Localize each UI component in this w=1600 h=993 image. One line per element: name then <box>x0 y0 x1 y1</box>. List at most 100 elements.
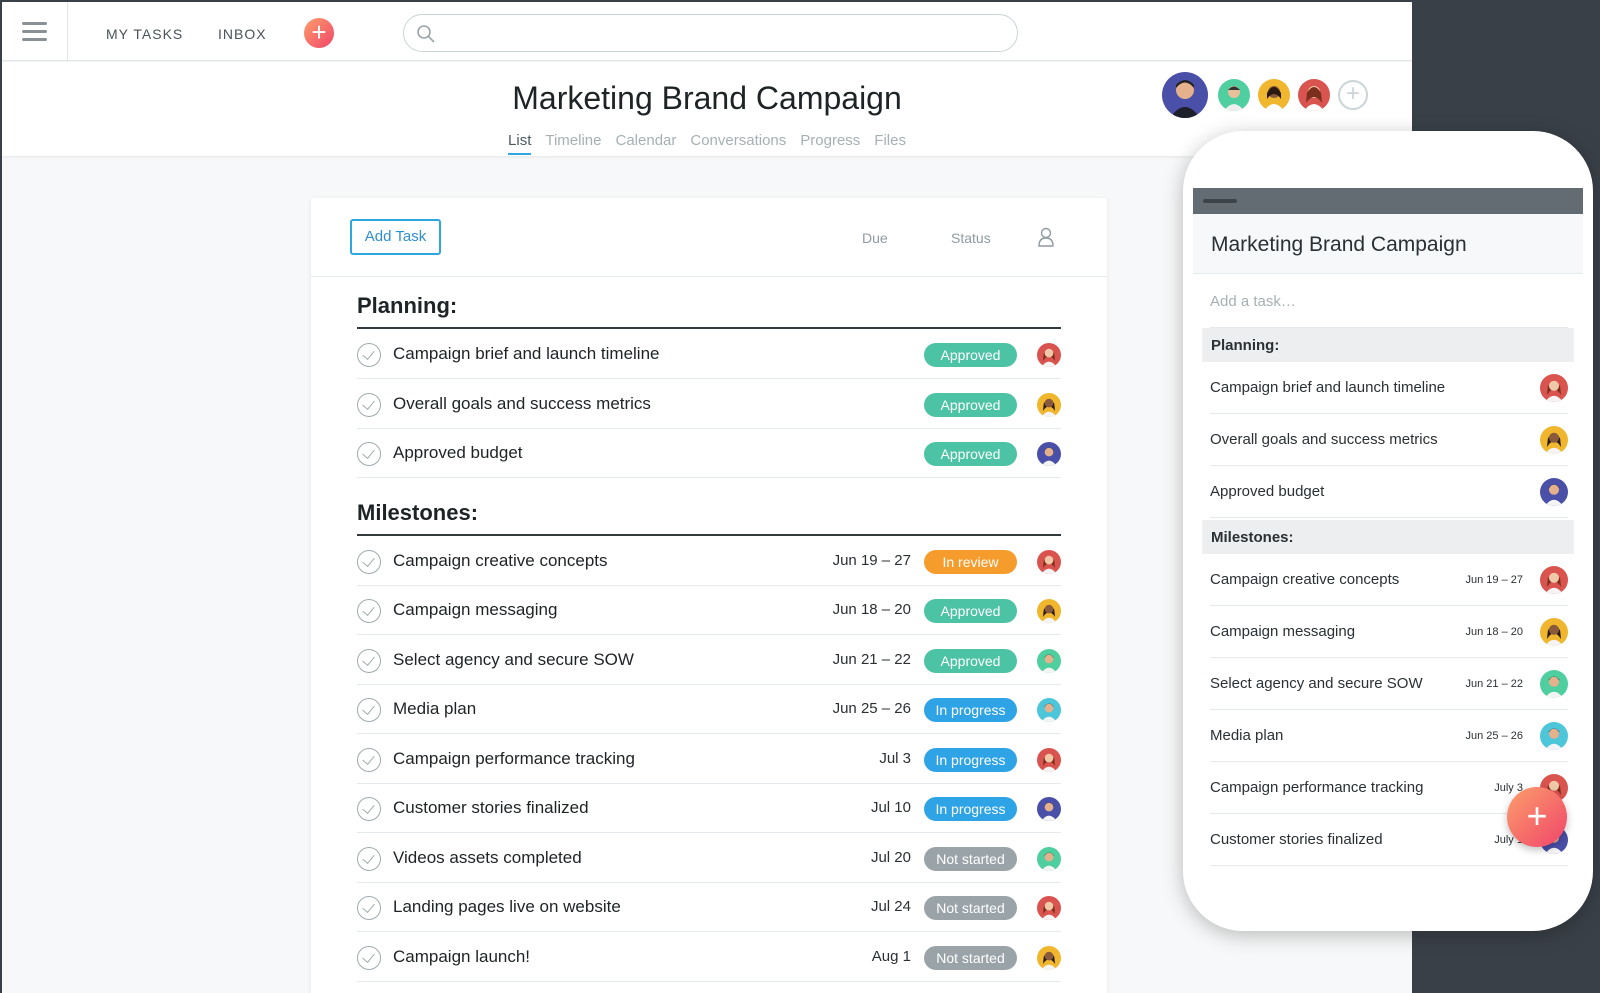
task-name[interactable]: Select agency and secure SOW <box>393 650 634 670</box>
task-name[interactable]: Media plan <box>393 699 476 719</box>
assignee-avatar[interactable] <box>1037 896 1061 920</box>
mobile-assignee-avatar[interactable] <box>1540 722 1568 750</box>
assignee-avatar[interactable] <box>1037 846 1061 871</box>
status-badge[interactable]: Approved <box>924 343 1017 367</box>
task-due-date[interactable]: Jun 18 – 20 <box>833 601 911 618</box>
status-badge[interactable]: In progress <box>924 698 1017 722</box>
task-row[interactable]: Select agency and secure SOW Jun 21 – 22 A… <box>357 635 1061 685</box>
assignee-avatar[interactable] <box>1037 698 1061 722</box>
complete-checkbox-icon[interactable] <box>357 747 381 772</box>
assignee-avatar[interactable] <box>1037 392 1061 417</box>
task-row[interactable]: Videos assets completed Jul 20 Not started <box>357 833 1061 883</box>
mobile-task-name[interactable]: Approved budget <box>1210 483 1324 500</box>
assignee-avatar[interactable] <box>1037 599 1061 623</box>
task-due-date[interactable]: Jun 19 – 27 <box>833 552 911 569</box>
task-row[interactable]: Campaign launch! Aug 1 Not started <box>357 932 1061 982</box>
avatar-member[interactable] <box>1298 79 1330 111</box>
complete-checkbox-icon[interactable] <box>357 896 381 920</box>
column-due[interactable]: Due <box>862 230 888 246</box>
assignee-column-icon[interactable] <box>1037 227 1055 247</box>
task-due-date[interactable]: Jul 24 <box>871 898 911 915</box>
task-row[interactable]: Approved budget Approved <box>357 428 1061 478</box>
mobile-assignee-avatar[interactable] <box>1540 618 1568 646</box>
hamburger-menu-icon[interactable] <box>2 2 68 61</box>
mobile-assignee-avatar[interactable] <box>1540 566 1568 594</box>
task-name[interactable]: Overall goals and success metrics <box>393 394 651 414</box>
complete-checkbox-icon[interactable] <box>357 698 381 722</box>
tab-timeline[interactable]: Timeline <box>545 132 601 153</box>
add-member-button[interactable]: + <box>1338 80 1368 110</box>
task-row[interactable]: Campaign brief and launch timeline Approv… <box>357 329 1061 379</box>
task-row[interactable]: Campaign messaging Jun 18 – 20 Approved <box>357 585 1061 635</box>
mobile-assignee-avatar[interactable] <box>1540 670 1568 698</box>
nav-inbox[interactable]: INBOX <box>218 26 267 42</box>
mobile-assignee-avatar[interactable] <box>1540 478 1568 506</box>
task-row[interactable]: Media plan Jun 25 – 26 In progress <box>357 684 1061 734</box>
complete-checkbox-icon[interactable] <box>357 648 381 673</box>
task-name[interactable]: Approved budget <box>393 443 523 463</box>
complete-checkbox-icon[interactable] <box>357 599 381 623</box>
mobile-task-row[interactable]: Overall goals and success metrics <box>1210 414 1568 466</box>
mobile-task-name[interactable]: Campaign messaging <box>1210 623 1355 640</box>
status-badge[interactable]: Approved <box>924 392 1017 417</box>
task-row[interactable]: Landing pages live on website Jul 24 Not s… <box>357 882 1061 932</box>
task-due-date[interactable]: Jun 21 – 22 <box>833 651 911 668</box>
mobile-task-row[interactable]: Media plan Jun 25 – 26 <box>1210 710 1568 762</box>
task-name[interactable]: Campaign performance tracking <box>393 749 635 769</box>
nav-my-tasks[interactable]: MY TASKS <box>106 26 183 42</box>
search-bar[interactable] <box>403 14 1018 52</box>
tab-files[interactable]: Files <box>874 132 906 153</box>
task-row[interactable]: Campaign performance tracking Jul 3 In pro… <box>357 734 1061 784</box>
task-name[interactable]: Campaign brief and launch timeline <box>393 344 660 364</box>
avatar-member[interactable] <box>1218 79 1250 111</box>
mobile-task-name[interactable]: Select agency and secure SOW <box>1210 675 1423 692</box>
status-badge[interactable]: Not started <box>924 945 1017 970</box>
mobile-task-name[interactable]: Campaign brief and launch timeline <box>1210 379 1445 396</box>
avatar-owner[interactable] <box>1162 72 1208 118</box>
status-badge[interactable]: Approved <box>924 442 1017 466</box>
complete-checkbox-icon[interactable] <box>357 549 381 574</box>
mobile-task-row[interactable]: Campaign brief and launch timeline <box>1210 362 1568 414</box>
tab-conversations[interactable]: Conversations <box>690 132 786 153</box>
task-due-date[interactable]: Jun 25 – 26 <box>833 700 911 717</box>
mobile-add-task-input[interactable]: Add a task… <box>1210 293 1296 310</box>
task-name[interactable]: Videos assets completed <box>393 848 582 868</box>
search-input[interactable] <box>444 21 1004 45</box>
task-row[interactable]: Overall goals and success metrics Approve… <box>357 379 1061 429</box>
complete-checkbox-icon[interactable] <box>357 442 381 466</box>
task-due-date[interactable]: Aug 1 <box>872 948 911 965</box>
tab-progress[interactable]: Progress <box>800 132 860 153</box>
status-badge[interactable]: Not started <box>924 846 1017 871</box>
quick-add-button[interactable]: + <box>304 18 334 48</box>
assignee-avatar[interactable] <box>1037 945 1061 970</box>
mobile-task-name[interactable]: Campaign creative concepts <box>1210 571 1399 588</box>
mobile-task-name[interactable]: Media plan <box>1210 727 1283 744</box>
status-badge[interactable]: Approved <box>924 648 1017 673</box>
mobile-task-row[interactable]: Approved budget <box>1210 466 1568 518</box>
status-badge[interactable]: In review <box>924 549 1017 574</box>
mobile-task-row[interactable]: Campaign messaging Jun 18 – 20 <box>1210 606 1568 658</box>
task-due-date[interactable]: Jul 20 <box>871 849 911 866</box>
assignee-avatar[interactable] <box>1037 442 1061 466</box>
task-name[interactable]: Customer stories finalized <box>393 798 589 818</box>
mobile-task-row[interactable]: Campaign creative concepts Jun 19 – 27 <box>1210 554 1568 606</box>
tab-list[interactable]: List <box>508 132 532 155</box>
complete-checkbox-icon[interactable] <box>357 343 381 367</box>
complete-checkbox-icon[interactable] <box>357 797 381 821</box>
task-name[interactable]: Landing pages live on website <box>393 897 621 917</box>
complete-checkbox-icon[interactable] <box>357 392 381 417</box>
assignee-avatar[interactable] <box>1037 343 1061 367</box>
task-name[interactable]: Campaign creative concepts <box>393 551 608 571</box>
assignee-avatar[interactable] <box>1037 549 1061 574</box>
mobile-task-name[interactable]: Overall goals and success metrics <box>1210 431 1438 448</box>
status-badge[interactable]: In progress <box>924 797 1017 821</box>
mobile-assignee-avatar[interactable] <box>1540 426 1568 454</box>
status-badge[interactable]: In progress <box>924 747 1017 772</box>
tab-calendar[interactable]: Calendar <box>616 132 677 153</box>
column-status[interactable]: Status <box>951 230 991 246</box>
status-badge[interactable]: Approved <box>924 599 1017 623</box>
task-due-date[interactable]: Jul 3 <box>879 750 911 767</box>
mobile-add-fab[interactable]: + <box>1507 787 1567 847</box>
assignee-avatar[interactable] <box>1037 797 1061 821</box>
task-name[interactable]: Campaign messaging <box>393 600 557 620</box>
